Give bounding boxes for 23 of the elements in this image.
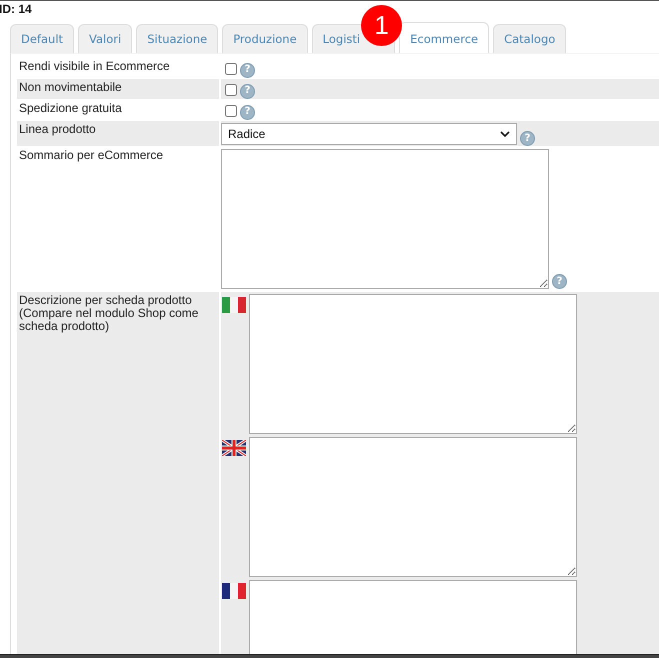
checkbox[interactable] [225,105,237,117]
field-label: Spedizione gratuita [18,100,123,117]
field-label: Linea prodotto [17,121,219,146]
checkbox[interactable] [225,84,237,96]
uk-flag-icon [222,440,246,456]
tab[interactable]: Catalogo [493,24,566,53]
field-label: Non movimentabile [17,79,219,99]
tab[interactable]: Valori [78,24,132,53]
field-label: Rendi visibile in Ecommerce [18,58,171,75]
checkbox[interactable] [225,63,237,75]
tab[interactable]: Default [10,24,74,53]
step-callout-tooltip: 1 [361,5,402,46]
tab[interactable]: Ecommerce [399,22,490,53]
dropdown[interactable]: Radice [221,123,517,145]
help-icon[interactable]: ? [240,84,255,98]
help-icon[interactable]: ? [240,62,255,78]
tab[interactable]: Produzione [222,24,308,53]
tab[interactable]: Situazione [136,24,218,53]
help-icon[interactable]: ? [240,104,255,120]
help-icon[interactable]: ? [552,274,567,289]
caret-icon [500,131,510,137]
help-icon[interactable]: ? [520,131,535,146]
record-id: ID: 14 [0,2,33,16]
